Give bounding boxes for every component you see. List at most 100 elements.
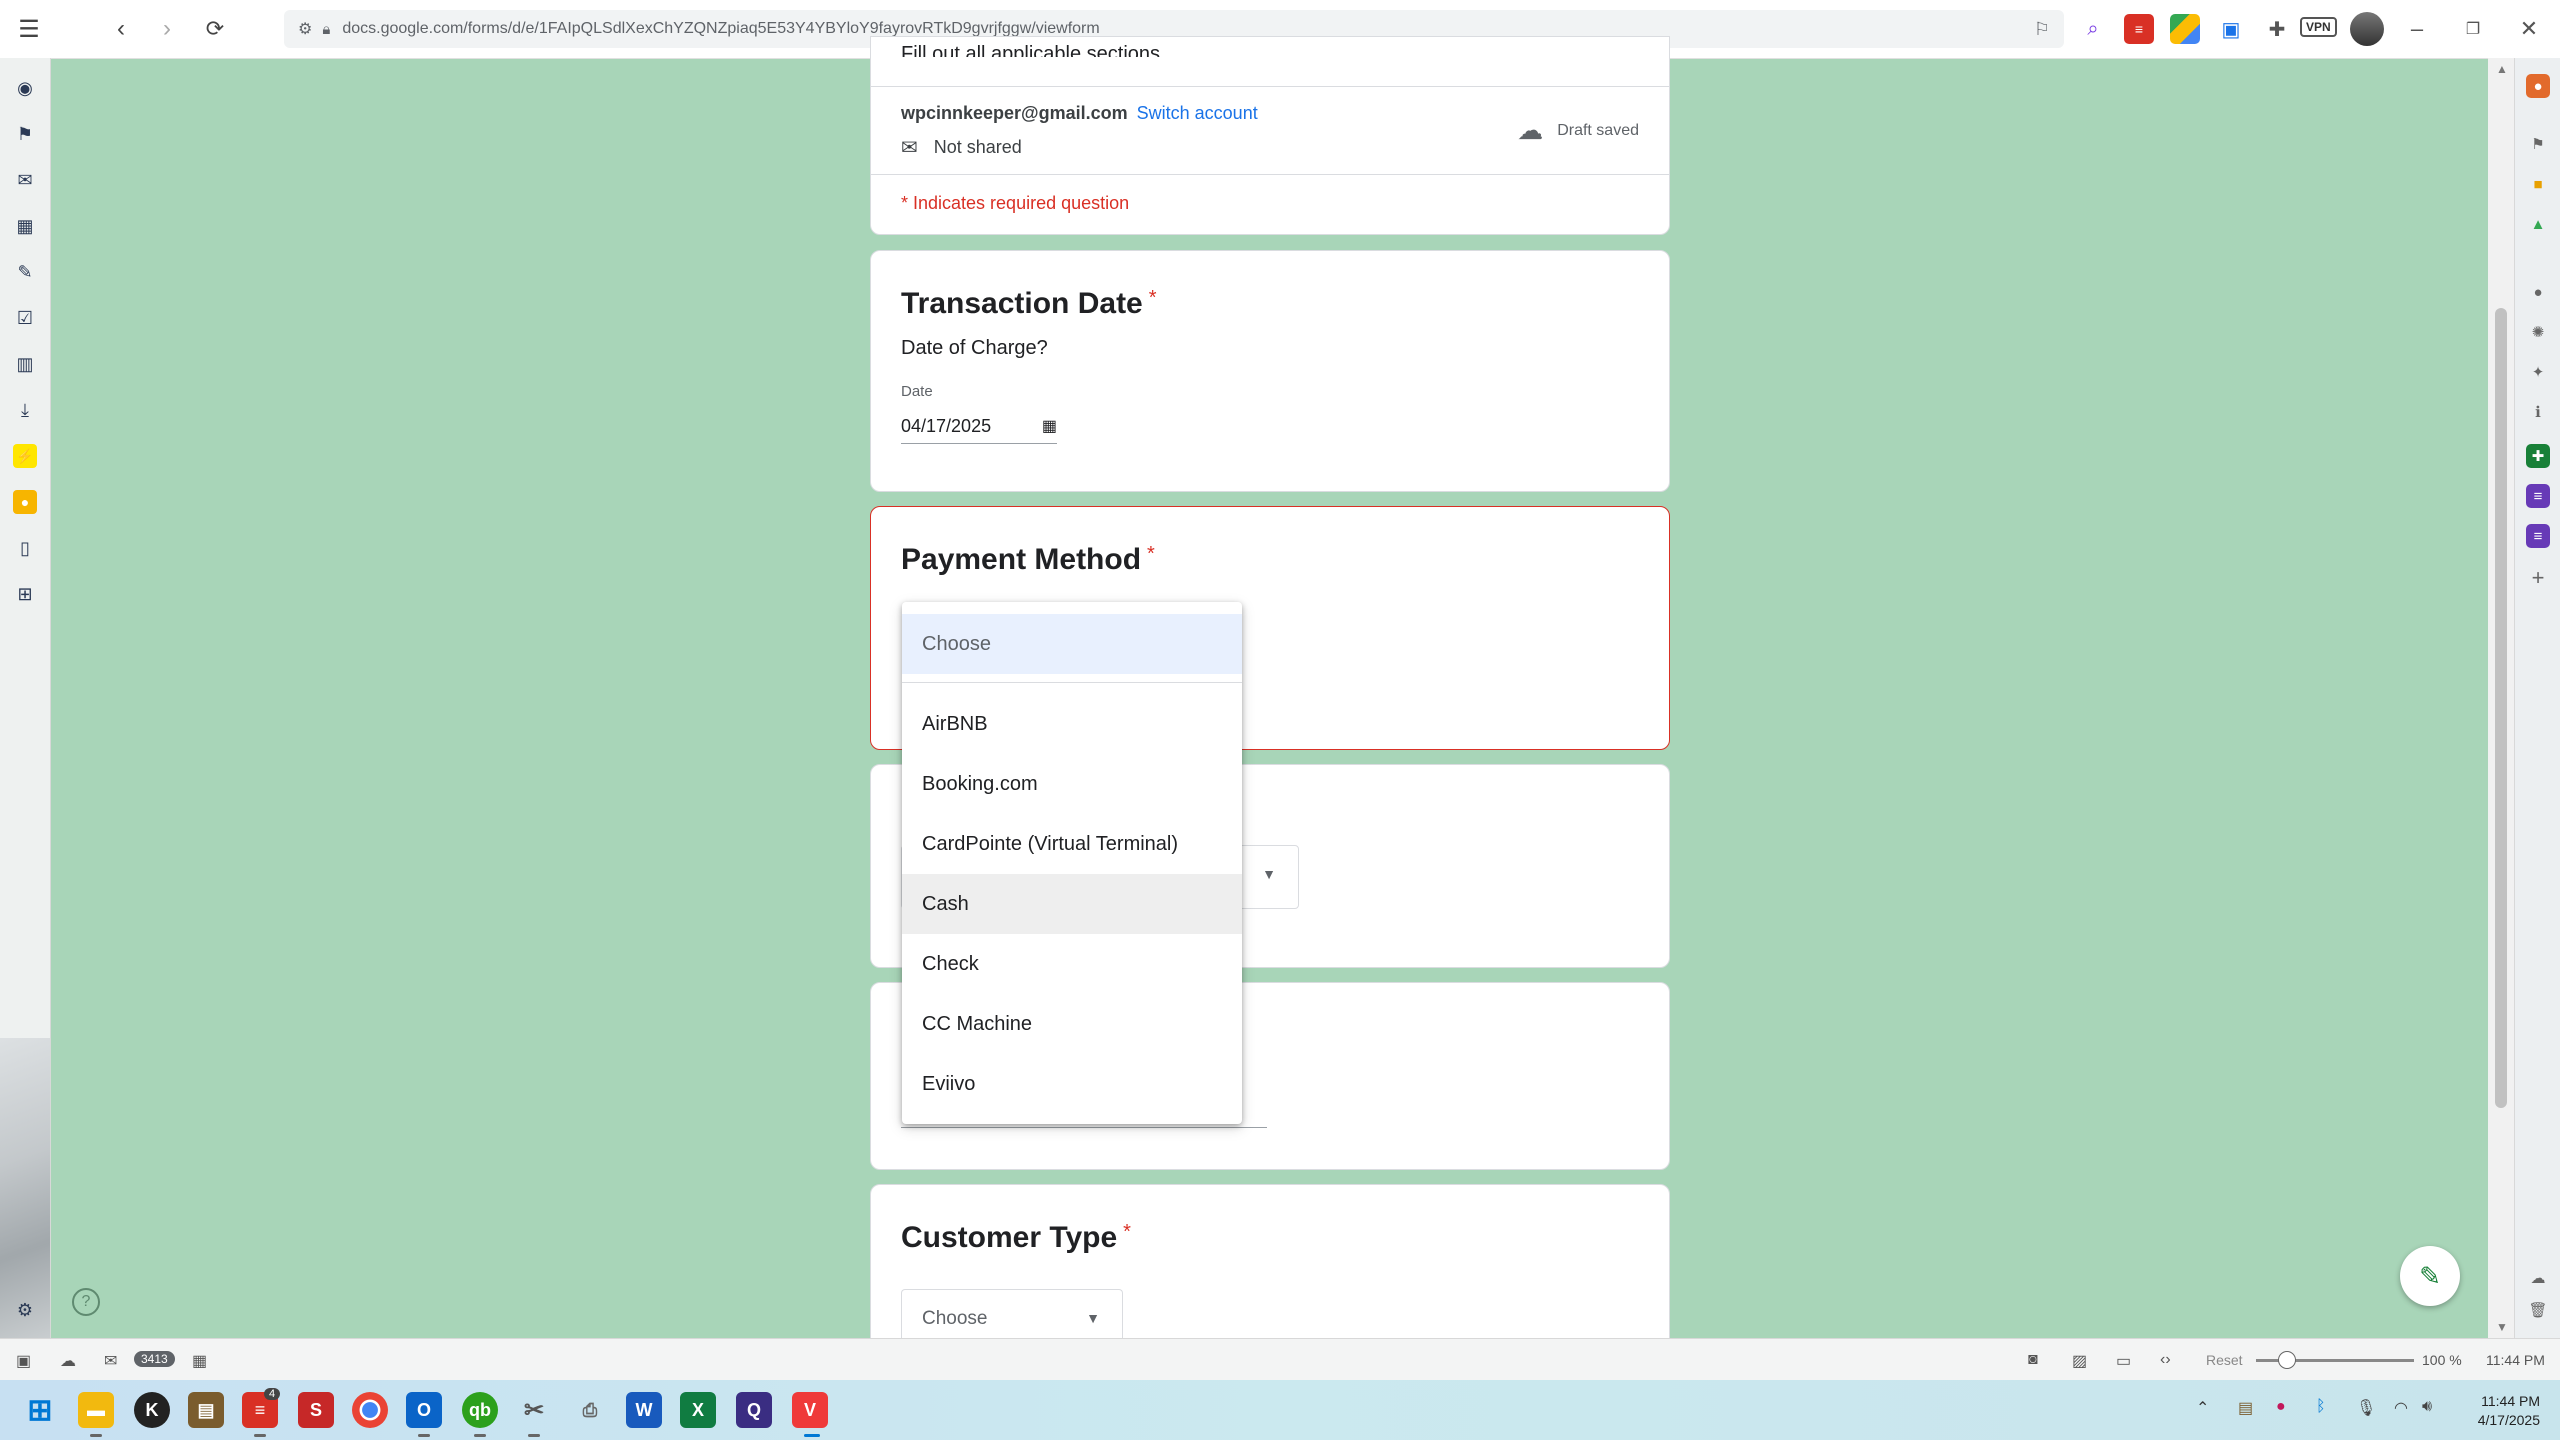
document-icon[interactable]: ▯	[13, 536, 37, 560]
tray-app-icon[interactable]: ▤	[2238, 1398, 2253, 1418]
extensions-icon[interactable]: ✚	[2262, 14, 2292, 44]
forward-icon[interactable]: ›	[150, 12, 184, 46]
sync-cloud-icon[interactable]: ☁	[60, 1351, 76, 1371]
web-panel-icon[interactable]: ⚡	[13, 444, 37, 468]
add-web-panel-icon[interactable]: +	[2526, 565, 2550, 590]
back-icon[interactable]: ‹	[104, 12, 138, 46]
notes-icon[interactable]: ✎	[13, 260, 37, 284]
add-panel-icon[interactable]: ⊞	[13, 582, 37, 606]
reload-icon[interactable]: ⟳	[198, 12, 232, 46]
vpn-button[interactable]: VPN	[2300, 17, 2337, 37]
calendar-picker-icon[interactable]: ▦	[1042, 416, 1057, 436]
system-clock[interactable]: 11:44 PM 4/17/2025	[2460, 1392, 2540, 1430]
downloads-icon[interactable]: ⤓	[13, 398, 37, 422]
tasks-icon[interactable]: ☑	[13, 306, 37, 330]
calendar-icon[interactable]: ▦	[13, 214, 37, 238]
volume-icon[interactable]: 🔊︎	[2422, 1398, 2432, 1416]
page-scrollbar[interactable]: ▲ ▼	[2488, 58, 2514, 1338]
todoist-icon[interactable]: ≡	[2124, 14, 2154, 44]
wifi-icon[interactable]: ◠	[2394, 1398, 2408, 1418]
chrome-icon[interactable]	[352, 1392, 388, 1428]
bluetooth-icon[interactable]: ᛒ	[2316, 1398, 2326, 1416]
vivaldi-taskbar-icon[interactable]: V	[792, 1392, 828, 1428]
not-shared-icon: ✉	[901, 137, 918, 159]
taskbar-time: 11:44 PM	[2481, 1393, 2540, 1409]
mail-icon[interactable]: ✉	[13, 168, 37, 192]
windows-start-icon[interactable]: ⊞	[22, 1392, 58, 1428]
excel-icon[interactable]: X	[680, 1392, 716, 1428]
close-icon[interactable]: ✕	[2514, 14, 2544, 44]
printer-icon[interactable]: ⎙	[572, 1392, 608, 1428]
app-icon[interactable]: Q	[736, 1392, 772, 1428]
drive-panel-icon[interactable]: ▲	[2526, 212, 2550, 236]
info-icon[interactable]: ℹ	[2526, 400, 2550, 424]
image-icon[interactable]: ▨	[2072, 1351, 2087, 1371]
not-shared-label: Not shared	[933, 137, 1022, 157]
zoom-reset[interactable]: Reset	[2206, 1352, 2243, 1368]
keep-panel-icon[interactable]: ■	[2526, 172, 2550, 196]
microphone-icon[interactable]: 🎙︎	[2356, 1398, 2376, 1418]
scroll-up-icon[interactable]: ▲	[2496, 62, 2508, 76]
search-extension-icon[interactable]: ⌕	[2078, 14, 2108, 44]
cloud-sync-icon[interactable]: ☁	[2526, 1266, 2550, 1290]
app-icon[interactable]: S	[298, 1392, 334, 1428]
keep-icon[interactable]: ●	[13, 490, 37, 514]
scroll-down-icon[interactable]: ▼	[2496, 1320, 2508, 1334]
capture-icon[interactable]: ◙	[2028, 1351, 2038, 1369]
help-icon[interactable]: ?	[72, 1288, 100, 1316]
edit-pencil-button[interactable]: ✎	[2400, 1246, 2460, 1306]
menu-icon[interactable]: ☰	[12, 12, 46, 46]
dropdown-option[interactable]: Check	[902, 934, 1242, 994]
scroll-thumb[interactable]	[2495, 308, 2507, 1108]
forms-icon[interactable]: ≡	[2526, 484, 2550, 508]
dropdown-option[interactable]: Booking.com	[902, 754, 1242, 814]
sheets-icon[interactable]: ✚	[2526, 444, 2550, 468]
bookmarks-icon[interactable]: ⚑	[13, 122, 37, 146]
snipping-tool-icon[interactable]: ✂	[516, 1392, 552, 1428]
tray-app-icon[interactable]: ●	[2276, 1398, 2286, 1416]
reading-list-icon[interactable]: ▥	[13, 352, 37, 376]
word-icon[interactable]: W	[626, 1392, 662, 1428]
switch-account-link[interactable]: Switch account	[1137, 103, 1258, 123]
panel-toggle-icon[interactable]: ▣	[16, 1351, 31, 1371]
reader-extension-icon[interactable]: ▣	[2216, 14, 2246, 44]
text-input-underline[interactable]	[901, 1127, 1267, 1128]
dropdown-option[interactable]: AirBNB	[902, 694, 1242, 754]
tiling-icon[interactable]: ▭	[2116, 1351, 2131, 1371]
quickbooks-icon[interactable]: qb	[462, 1392, 498, 1428]
dropdown-option-hovered[interactable]: Cash	[902, 874, 1242, 934]
mail-status-icon[interactable]: ✉	[104, 1351, 117, 1371]
zoom-slider[interactable]	[2256, 1351, 2414, 1369]
app-icon[interactable]: K	[134, 1392, 170, 1428]
settings-icon[interactable]: ⚙	[13, 1298, 37, 1322]
minimize-icon[interactable]: –	[2402, 14, 2432, 44]
question-title: Transaction Date	[901, 287, 1143, 320]
zoom-slider-handle[interactable]	[2278, 1351, 2296, 1369]
page-actions-icon[interactable]: ‹›	[2160, 1351, 2171, 1369]
restore-icon[interactable]: ❐	[2458, 14, 2488, 44]
chevron-up-icon[interactable]: ⌃	[2196, 1398, 2209, 1418]
dropdown-placeholder[interactable]: Choose	[902, 614, 1242, 674]
file-explorer-icon[interactable]: ▬	[78, 1392, 114, 1428]
app-icon[interactable]: ▤	[188, 1392, 224, 1428]
customer-type-select[interactable]: Choose ▼	[901, 1289, 1123, 1345]
chatgpt-icon[interactable]: ✺	[2526, 320, 2550, 344]
flag-icon[interactable]: ⚑	[2526, 132, 2550, 156]
form-header-card: Fill out all applicable sections. wpcinn…	[870, 36, 1670, 235]
outlook-icon[interactable]: O	[406, 1392, 442, 1428]
dropdown-option[interactable]: Eviivo	[902, 1054, 1242, 1114]
calendar-status-icon[interactable]: ▦	[192, 1351, 207, 1371]
site-settings-icon[interactable]: ⚙	[298, 19, 312, 39]
forms-icon[interactable]: ≡	[2526, 524, 2550, 548]
dropdown-option[interactable]: CardPointe (Virtual Terminal)	[902, 814, 1242, 874]
google-drive-icon[interactable]	[2170, 14, 2200, 44]
trash-icon[interactable]: 🗑︎	[2526, 1298, 2550, 1322]
sparkle-icon[interactable]: ✦	[2526, 360, 2550, 384]
bookmark-icon[interactable]: ⚐	[2034, 19, 2050, 40]
profile-avatar[interactable]	[2350, 12, 2384, 46]
extension-icon[interactable]: ●	[2526, 74, 2550, 98]
vivaldi-logo-icon[interactable]: ◉	[13, 76, 37, 100]
circle-icon[interactable]: ●	[2526, 280, 2550, 304]
dropdown-option[interactable]: CC Machine	[902, 994, 1242, 1054]
date-input[interactable]: 04/17/2025 ▦	[901, 409, 1057, 444]
